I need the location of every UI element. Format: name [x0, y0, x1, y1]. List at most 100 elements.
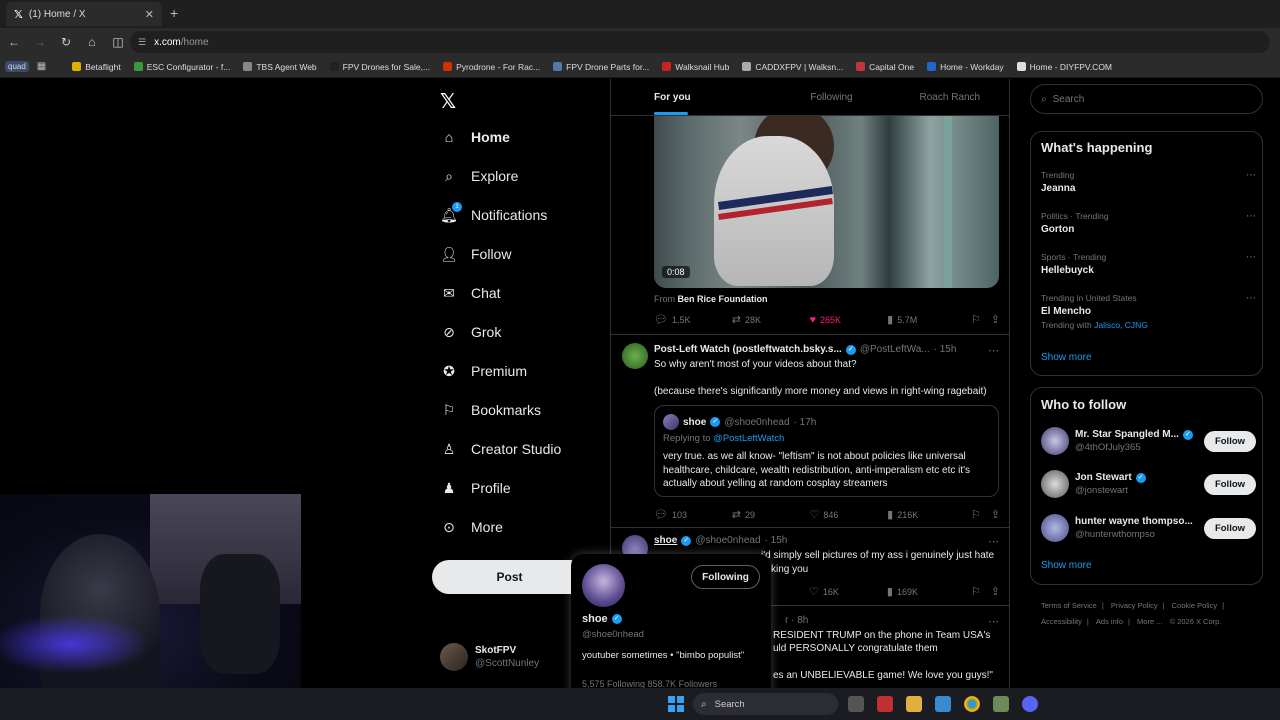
author-name[interactable]: shoe: [654, 535, 677, 546]
replying-to-handle[interactable]: @PostLeftWatch: [713, 433, 784, 444]
bookmark-item[interactable]: ESC Configurator - f...: [133, 62, 230, 72]
forward-icon[interactable]: →: [28, 35, 52, 49]
tab-roach-ranch[interactable]: Roach Ranch: [891, 79, 1009, 115]
trend-item[interactable]: Politics · Trending Gorton ⋯: [1041, 211, 1256, 235]
repost-button[interactable]: ⇄ 29: [732, 508, 810, 521]
address-bar[interactable]: ☰ x.com/home: [130, 31, 1270, 53]
reply-button[interactable]: 💬︎ 103: [654, 508, 732, 521]
app-icon[interactable]: [993, 696, 1009, 712]
tab-close-icon[interactable]: ✕: [145, 8, 154, 21]
repost-button[interactable]: ⇄ 28K: [732, 313, 810, 326]
show-more-link[interactable]: Show more: [1041, 560, 1092, 571]
more-icon[interactable]: ⋯: [1246, 211, 1256, 222]
avatar[interactable]: [582, 564, 625, 607]
follow-suggestion[interactable]: hunter wayne thompso... @hunterwthompso Fo…: [1041, 512, 1256, 544]
post-button[interactable]: Post: [432, 560, 587, 594]
tweet-time[interactable]: r · 8h: [785, 615, 808, 626]
video-player[interactable]: 0:08: [654, 116, 999, 288]
bookmark-item[interactable]: Capital One: [856, 62, 914, 72]
nav-item-follow[interactable]: 👤︎ Follow: [440, 245, 511, 263]
more-icon[interactable]: ⋯: [1246, 293, 1256, 304]
tab-for-you[interactable]: For you: [611, 79, 772, 115]
follow-button[interactable]: Follow: [1204, 517, 1256, 539]
hovercard-name[interactable]: shoe ✓: [582, 613, 622, 625]
bookmark-item[interactable]: CADDXFPV | Walksn...: [742, 62, 843, 72]
more-icon[interactable]: ⋯: [988, 535, 999, 548]
bookmark-item[interactable]: FPV Drone Parts for...: [553, 62, 649, 72]
reload-icon[interactable]: ↻: [54, 35, 78, 49]
nav-item-bookmarks[interactable]: ⚐ Bookmarks: [440, 401, 541, 419]
task-view-icon[interactable]: [848, 696, 864, 712]
nav-item-profile[interactable]: ♟ Profile: [440, 479, 511, 497]
bookmark-item[interactable]: Walksnail Hub: [662, 62, 729, 72]
bookmark-item[interactable]: Betaflight: [72, 62, 121, 72]
like-button[interactable]: ♡ 16K: [809, 585, 887, 598]
bookmark-button[interactable]: ⚐: [971, 313, 991, 326]
trend-with-tags[interactable]: Jalisco, CJNG: [1094, 320, 1148, 330]
taskbar-search[interactable]: ⌕ Search: [693, 693, 838, 715]
suggestion-name[interactable]: Mr. Star Spangled M... ✓: [1075, 429, 1204, 440]
new-tab-icon[interactable]: +: [170, 5, 178, 21]
nav-item-premium[interactable]: ✪ Premium: [440, 362, 527, 380]
nav-item-chat[interactable]: ✉ Chat: [440, 284, 500, 302]
footer-link[interactable]: Terms of Service: [1041, 601, 1097, 610]
trend-item[interactable]: Trending Jeanna ⋯: [1041, 170, 1256, 194]
reply-button[interactable]: 💬︎ 1.5K: [654, 313, 732, 326]
bookmark-item[interactable]: Home - DIYFPV.COM: [1016, 62, 1112, 72]
follow-suggestion[interactable]: Jon Stewart ✓ @jonstewart Follow: [1041, 468, 1256, 500]
footer-link[interactable]: Cookie Policy: [1172, 601, 1217, 610]
follow-button[interactable]: Follow: [1204, 430, 1256, 452]
follow-suggestion[interactable]: Mr. Star Spangled M... ✓ @4thOfJuly365 Foll…: [1041, 425, 1256, 457]
bookmark-button[interactable]: ⚐: [971, 508, 991, 521]
share-button[interactable]: ⇪: [991, 508, 1004, 521]
following-button[interactable]: Following: [691, 565, 760, 589]
author-handle[interactable]: @PostLeftWa...: [860, 344, 930, 355]
tweet-time[interactable]: · 15h: [934, 344, 957, 355]
home-browser-icon[interactable]: ⌂: [80, 35, 104, 49]
nav-item-notifications[interactable]: 🔔︎ 1 Notifications: [440, 202, 547, 224]
tab-following[interactable]: Following: [772, 79, 890, 115]
more-icon[interactable]: ⋯: [988, 344, 999, 357]
nav-item-creator-studio[interactable]: ♙ Creator Studio: [440, 440, 562, 458]
more-icon[interactable]: ⋯: [1246, 170, 1256, 181]
back-icon[interactable]: ←: [2, 35, 26, 49]
suggestion-name[interactable]: Jon Stewart ✓: [1075, 472, 1204, 483]
views-button[interactable]: ▮ 216K: [887, 508, 971, 521]
bookmark-item[interactable]: FPV Drones for Sale,...: [329, 62, 430, 72]
footer-link[interactable]: Accessibility: [1041, 617, 1082, 626]
hovercard-handle[interactable]: @shoe0nhead: [582, 629, 644, 640]
nav-item-explore[interactable]: ⌕ Explore: [440, 167, 518, 185]
nav-item-grok[interactable]: ⊘ Grok: [440, 323, 501, 341]
x-logo-icon[interactable]: 𝕏: [440, 89, 456, 114]
avatar[interactable]: [1041, 514, 1069, 542]
bookmark-item[interactable]: TBS Agent Web: [243, 62, 317, 72]
author-handle[interactable]: @shoe0nhead: [695, 535, 760, 546]
profile-chip[interactable]: quad: [5, 61, 29, 72]
app-icon[interactable]: [877, 696, 893, 712]
follow-button[interactable]: Follow: [1204, 473, 1256, 495]
from-source[interactable]: Ben Rice Foundation: [678, 294, 768, 304]
nav-item-home[interactable]: ⌂ Home: [440, 128, 510, 146]
site-info-icon[interactable]: ☰: [138, 37, 146, 48]
author-name[interactable]: Post-Left Watch (postleftwatch.bsky.s...: [654, 344, 842, 355]
suggestion-name[interactable]: hunter wayne thompso...: [1075, 516, 1204, 527]
nav-item-more[interactable]: ⊙ More: [440, 518, 503, 536]
avatar[interactable]: [1041, 427, 1069, 455]
chrome-icon[interactable]: [964, 696, 980, 712]
like-button[interactable]: ♡ 846: [809, 508, 887, 521]
avatar[interactable]: [622, 343, 648, 369]
views-button[interactable]: ▮ 169K: [887, 585, 971, 598]
footer-link[interactable]: More ...: [1137, 617, 1162, 626]
quoted-tweet[interactable]: shoe ✓ @shoe0nhead · 17h Replying to @Po…: [654, 405, 999, 497]
app-icon[interactable]: [935, 696, 951, 712]
bookmark-item[interactable]: Pyrodrone - For Rac...: [443, 62, 540, 72]
bookmark-button[interactable]: ⚐: [971, 585, 991, 598]
file-explorer-icon[interactable]: [906, 696, 922, 712]
trend-item[interactable]: Sports · Trending Hellebuyck ⋯: [1041, 252, 1256, 276]
share-button[interactable]: ⇪: [991, 585, 1004, 598]
trend-item[interactable]: Trending in United States El Mencho Trendi…: [1041, 293, 1256, 330]
more-icon[interactable]: ⋯: [988, 615, 999, 628]
search-input[interactable]: ⌕ Search: [1030, 84, 1263, 114]
like-button[interactable]: ♥ 265K: [809, 314, 887, 326]
discord-icon[interactable]: [1022, 696, 1038, 712]
